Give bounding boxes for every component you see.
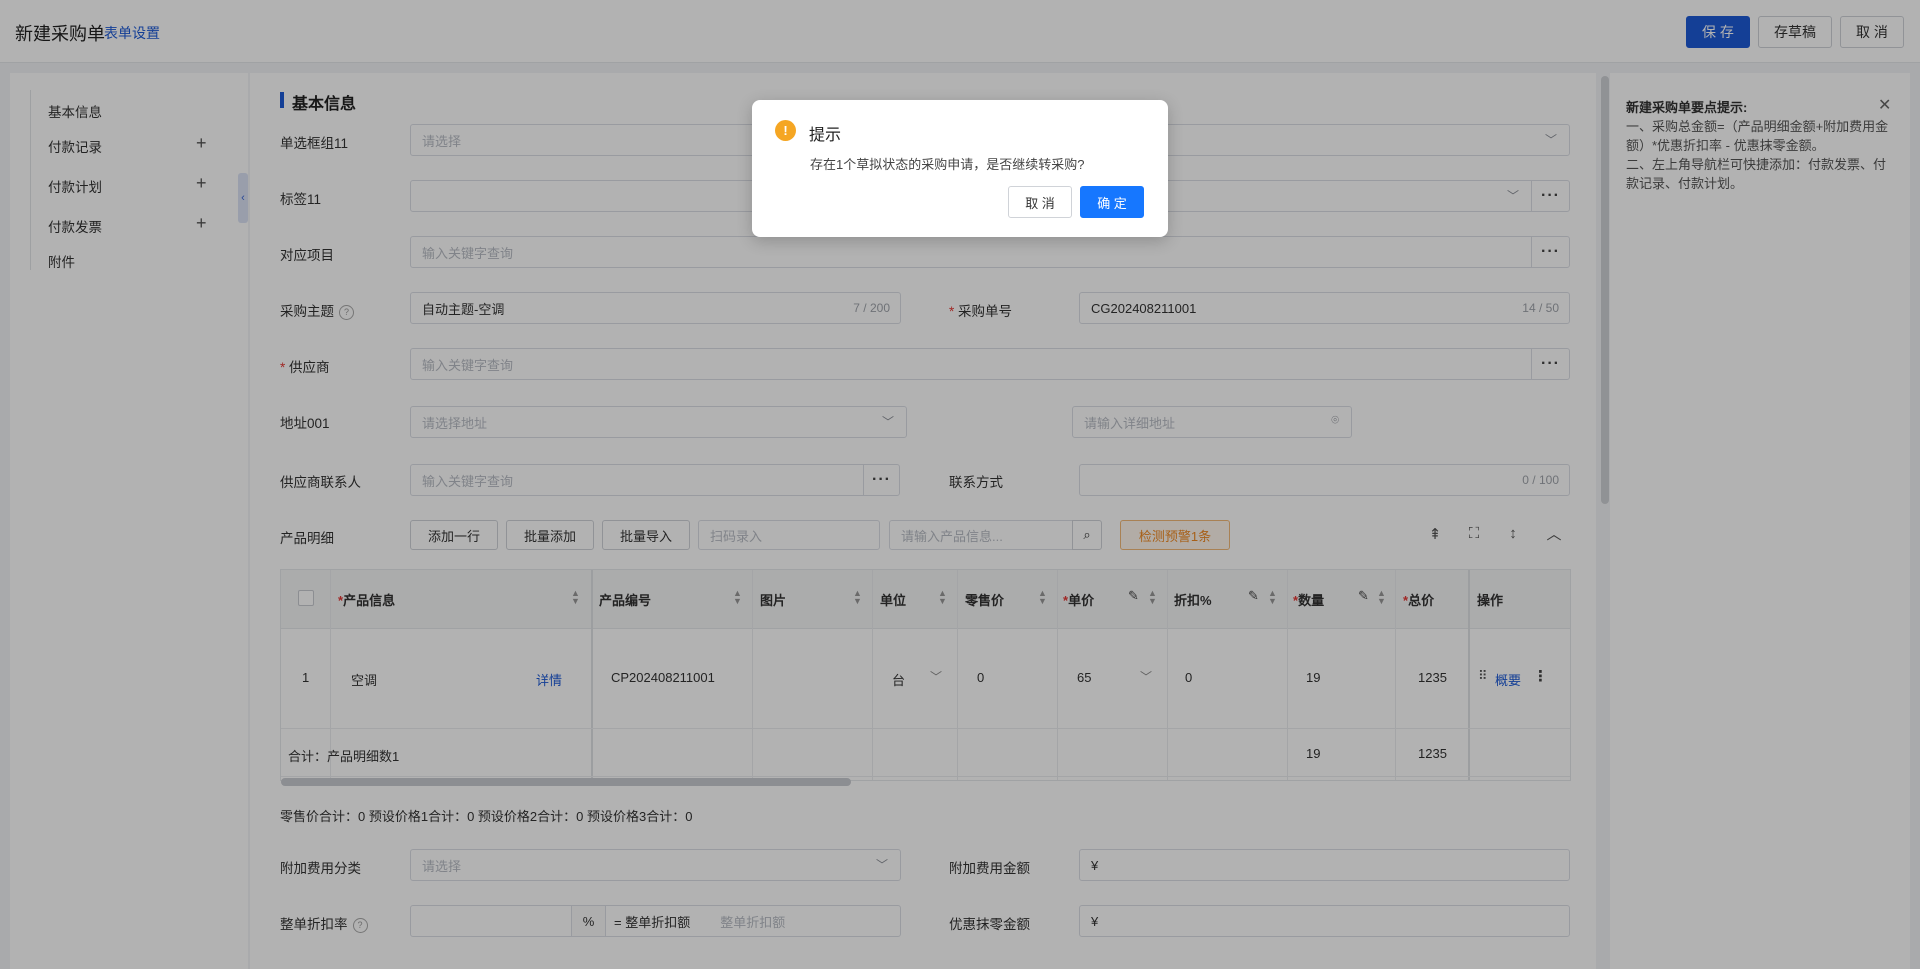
warning-icon: ! [775, 120, 796, 141]
dialog-message: 存在1个草拟状态的采购申请，是否继续转采购? [810, 157, 1085, 172]
dialog-title: 提示 [809, 127, 842, 144]
dialog-cancel-button[interactable]: 取 消 [1008, 186, 1072, 218]
dialog-confirm-button[interactable]: 确 定 [1080, 186, 1144, 218]
